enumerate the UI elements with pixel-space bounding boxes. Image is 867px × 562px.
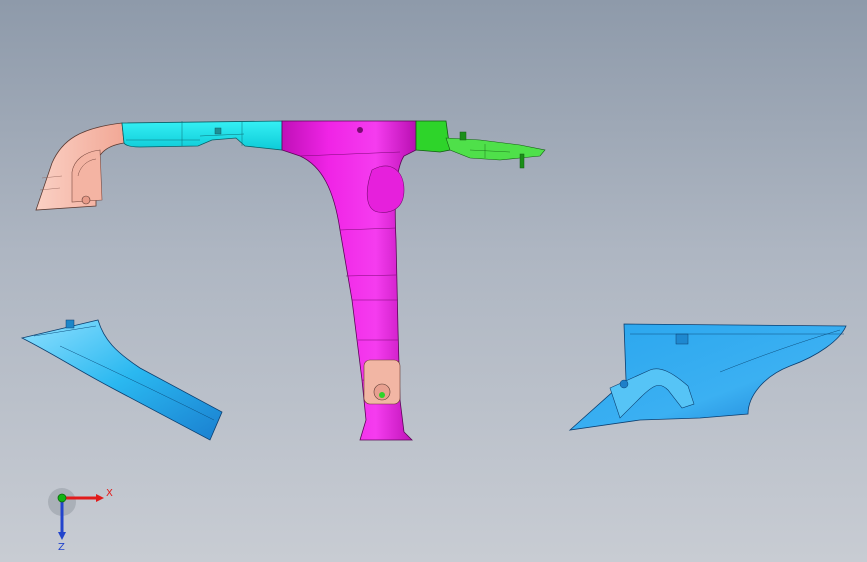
y-axis-dot — [57, 493, 67, 503]
x-axis-label: X — [106, 488, 113, 499]
roof-rail-trim-cyan[interactable] — [121, 120, 283, 151]
rear-side-panel-blue[interactable] — [568, 323, 847, 431]
axis-triad: X Z — [48, 488, 113, 550]
3d-viewport[interactable]: X Z — [0, 0, 867, 562]
b-pillar-trim-magenta[interactable] — [281, 120, 417, 441]
z-axis-label: Z — [58, 542, 65, 550]
rear-quarter-trim-salmon[interactable] — [35, 122, 125, 211]
clip-bracket-green[interactable] — [415, 120, 546, 169]
cad-model-view[interactable] — [0, 0, 867, 562]
a-pillar-trim-blue[interactable] — [20, 319, 223, 441]
